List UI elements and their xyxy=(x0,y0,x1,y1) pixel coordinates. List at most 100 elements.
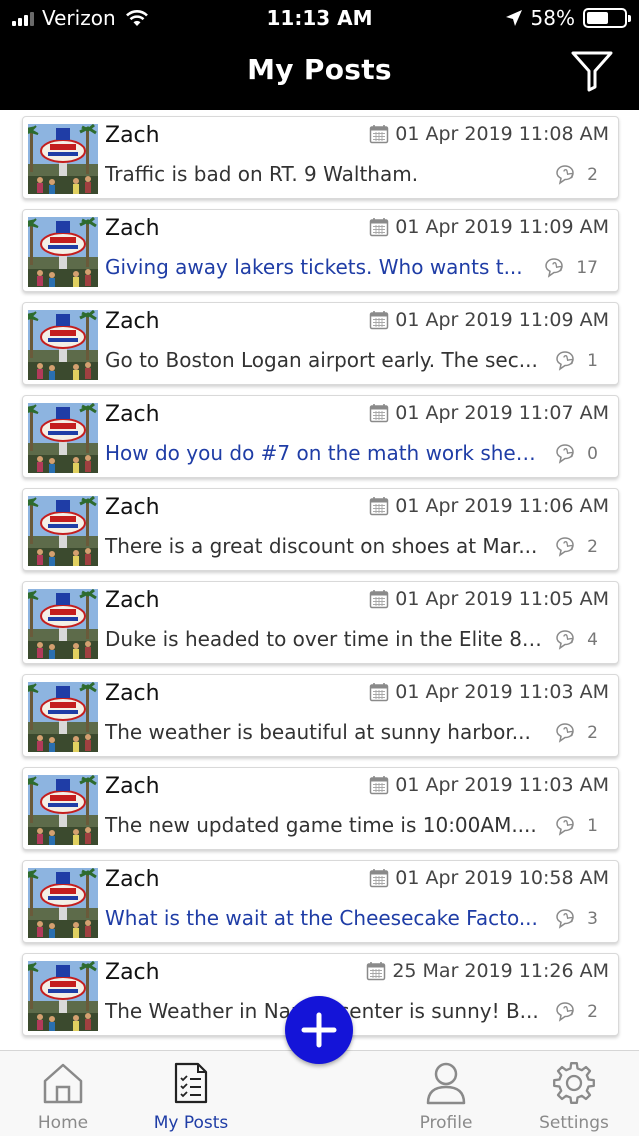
home-icon xyxy=(43,1063,83,1104)
battery-fill xyxy=(587,12,608,24)
comments-icon xyxy=(556,1002,574,1022)
post-author: Zach xyxy=(105,960,160,985)
top-bar: Verizon 11:13 AM 58% My Posts xyxy=(0,0,639,110)
comment-count: 2 xyxy=(587,165,598,185)
tab-settings[interactable]: Settings xyxy=(519,1059,629,1133)
post-comments[interactable]: 1 xyxy=(554,350,598,372)
avatar-photo-icon xyxy=(28,589,98,659)
tab-home[interactable]: Home xyxy=(8,1059,118,1133)
tab-settings-label: Settings xyxy=(539,1113,609,1133)
battery-percent: 58% xyxy=(530,6,575,30)
post-card[interactable]: Zach 01 Apr 2019 10:58 AM What is the wa… xyxy=(22,860,619,943)
location-arrow-icon xyxy=(505,10,522,26)
comments-icon xyxy=(556,537,574,557)
calendar-icon xyxy=(370,776,389,795)
post-comments[interactable]: 2 xyxy=(554,1001,598,1023)
post-message: The new updated game time is 10:00AM.... xyxy=(105,813,537,837)
post-author: Zach xyxy=(105,216,160,241)
comment-count: 4 xyxy=(587,630,598,650)
post-comments[interactable]: 0 xyxy=(554,443,598,465)
avatar-photo-icon xyxy=(28,868,98,938)
post-card[interactable]: Zach 01 Apr 2019 11:05 AM Duke is headed… xyxy=(22,581,619,664)
post-date-text: 25 Mar 2019 11:26 AM xyxy=(392,960,609,982)
post-comments[interactable]: 1 xyxy=(554,815,598,837)
post-date: 01 Apr 2019 11:06 AM xyxy=(369,495,609,517)
tab-profile[interactable]: Profile xyxy=(391,1059,501,1133)
avatar-photo-icon xyxy=(28,124,98,194)
calendar-icon xyxy=(367,962,386,981)
comment-count: 3 xyxy=(587,909,598,929)
post-date: 01 Apr 2019 11:09 AM xyxy=(369,309,609,331)
avatar-photo-icon xyxy=(28,496,98,566)
post-card[interactable]: Zach 01 Apr 2019 11:09 AM Go to Boston L… xyxy=(22,302,619,385)
comments-icon xyxy=(556,444,574,464)
post-card[interactable]: Zach 01 Apr 2019 11:03 AM The new update… xyxy=(22,767,619,850)
comments-icon xyxy=(545,258,564,278)
post-date-text: 01 Apr 2019 11:09 AM xyxy=(395,309,609,331)
post-date-text: 01 Apr 2019 10:58 AM xyxy=(395,867,609,889)
avatar xyxy=(28,310,98,380)
post-author: Zach xyxy=(105,495,160,520)
post-author: Zach xyxy=(105,867,160,892)
post-author: Zach xyxy=(105,402,160,427)
comment-count: 0 xyxy=(587,444,598,464)
calendar-icon xyxy=(370,869,389,888)
avatar xyxy=(28,403,98,473)
comment-count: 2 xyxy=(587,537,598,557)
avatar-photo-icon xyxy=(28,310,98,380)
user-icon xyxy=(426,1062,466,1105)
comment-count: 1 xyxy=(587,351,598,371)
post-message: Duke is headed to over time in the Elite… xyxy=(105,627,545,651)
post-card[interactable]: Zach 01 Apr 2019 11:08 AM Traffic is bad… xyxy=(22,116,619,199)
avatar xyxy=(28,682,98,752)
post-author: Zach xyxy=(105,123,160,148)
comments-icon xyxy=(556,630,574,650)
post-date: 01 Apr 2019 11:03 AM xyxy=(369,774,609,796)
post-card[interactable]: Zach 01 Apr 2019 11:09 AM Giving away la… xyxy=(22,209,619,292)
post-card[interactable]: Zach 01 Apr 2019 11:07 AM How do you do … xyxy=(22,395,619,478)
post-comments[interactable]: 3 xyxy=(554,908,598,930)
post-date-text: 01 Apr 2019 11:03 AM xyxy=(395,681,609,703)
post-card[interactable]: Zach 01 Apr 2019 11:03 AM The weather is… xyxy=(22,674,619,757)
comment-count: 2 xyxy=(587,723,598,743)
avatar-photo-icon xyxy=(28,961,98,1031)
battery-icon xyxy=(583,8,631,28)
post-comments[interactable]: 2 xyxy=(554,722,598,744)
plus-icon xyxy=(301,1012,337,1048)
post-author: Zach xyxy=(105,588,160,613)
post-card[interactable]: Zach 01 Apr 2019 11:06 AM There is a gre… xyxy=(22,488,619,571)
post-comments[interactable]: 4 xyxy=(554,629,598,651)
post-date: 01 Apr 2019 11:05 AM xyxy=(369,588,609,610)
calendar-icon xyxy=(370,404,389,423)
post-date-text: 01 Apr 2019 11:08 AM xyxy=(395,123,609,145)
filter-button[interactable] xyxy=(569,48,615,94)
add-post-button[interactable] xyxy=(285,996,353,1064)
post-comments[interactable]: 17 xyxy=(543,257,598,279)
post-message: There is a great discount on shoes at Ma… xyxy=(105,534,538,558)
document-list-icon xyxy=(174,1062,208,1104)
calendar-icon xyxy=(370,683,389,702)
comments-icon xyxy=(556,165,574,185)
avatar xyxy=(28,589,98,659)
calendar-icon xyxy=(370,218,389,237)
comment-count: 1 xyxy=(587,816,598,836)
comments-icon xyxy=(556,909,574,929)
post-author: Zach xyxy=(105,681,160,706)
avatar xyxy=(28,961,98,1031)
post-list[interactable]: Zach 01 Apr 2019 11:08 AM Traffic is bad… xyxy=(0,110,639,1050)
avatar xyxy=(28,217,98,287)
post-comments[interactable]: 2 xyxy=(554,164,598,186)
post-date: 01 Apr 2019 10:58 AM xyxy=(369,867,609,889)
post-message: Traffic is bad on RT. 9 Waltham. xyxy=(105,162,419,186)
avatar-photo-icon xyxy=(28,403,98,473)
calendar-icon xyxy=(370,311,389,330)
gear-icon xyxy=(553,1062,595,1104)
post-date: 01 Apr 2019 11:09 AM xyxy=(369,216,609,238)
comments-icon xyxy=(556,351,574,371)
post-message: The weather is beautiful at sunny harbor… xyxy=(105,720,531,744)
comment-count: 2 xyxy=(587,1002,598,1022)
tab-my-posts[interactable]: My Posts xyxy=(136,1059,246,1133)
post-comments[interactable]: 2 xyxy=(554,536,598,558)
avatar-photo-icon xyxy=(28,682,98,752)
tab-profile-label: Profile xyxy=(419,1113,473,1133)
